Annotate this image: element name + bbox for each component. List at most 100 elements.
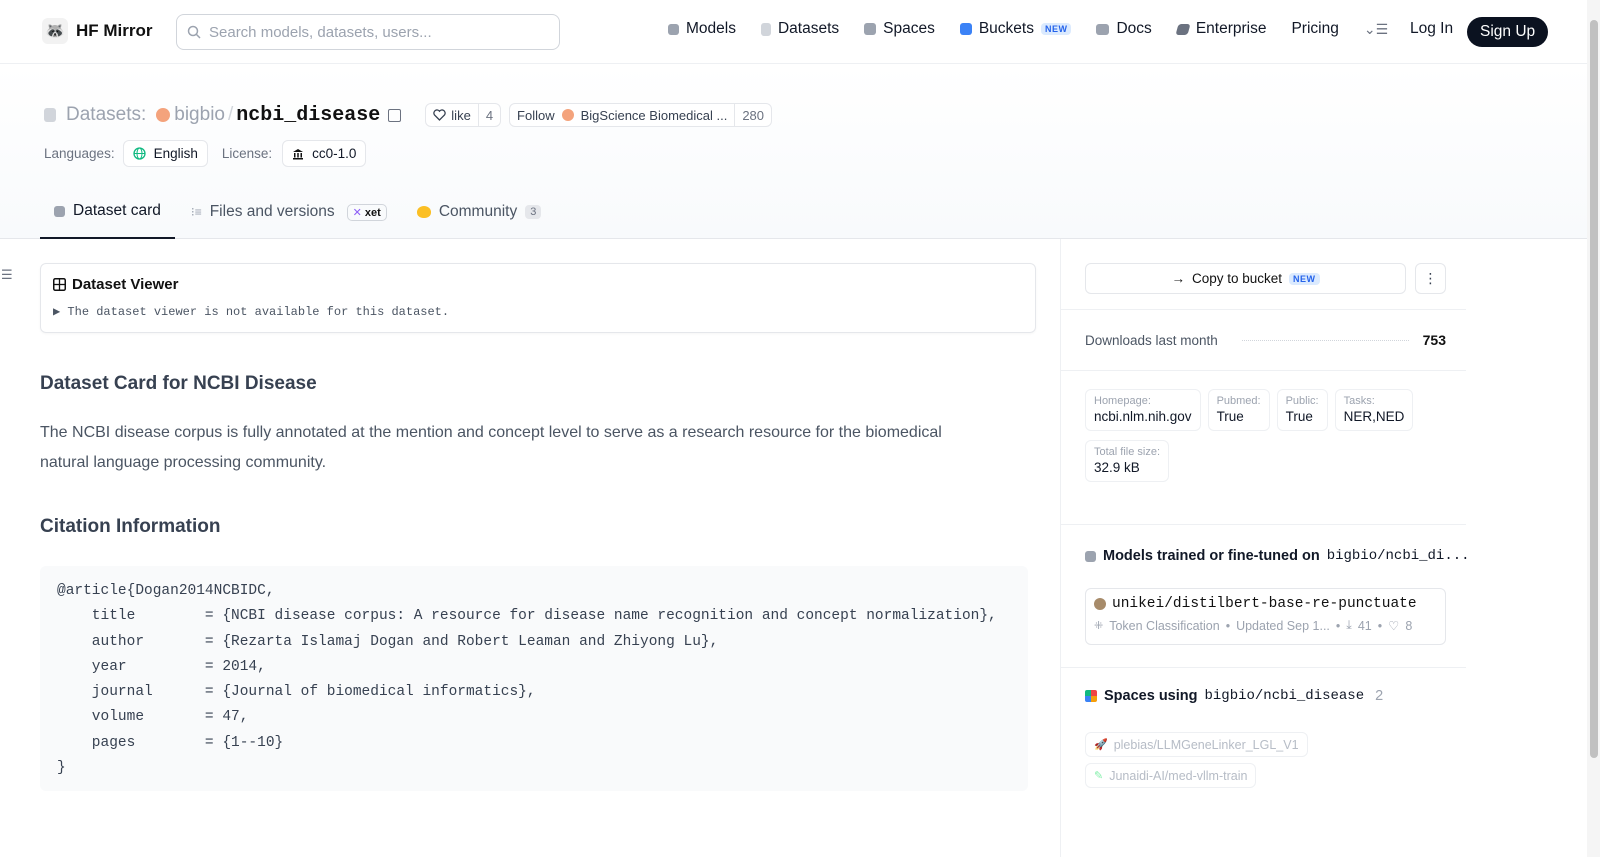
nav-buckets[interactable]: Buckets NEW [959, 20, 1072, 38]
model-meta-row: ⁜ Token Classification • Updated Sep 1..… [1094, 618, 1437, 633]
nav-pricing[interactable]: Pricing [1291, 20, 1338, 38]
login-button[interactable]: Log In [1410, 20, 1453, 38]
divider [1061, 524, 1466, 525]
citation-heading: Citation Information [40, 516, 221, 537]
scrollbar-thumb[interactable] [1590, 20, 1598, 758]
search-box[interactable] [176, 14, 560, 50]
info-key: Homepage: [1094, 395, 1151, 407]
kebab-icon: ⋮ [1423, 270, 1438, 286]
heart-icon [433, 109, 447, 121]
avatar [1094, 598, 1106, 610]
new-badge: NEW [1040, 23, 1072, 35]
grid-icon [864, 23, 877, 35]
token-classification-icon: ⁜ [1094, 620, 1104, 632]
follow-count: 280 [734, 104, 771, 126]
nav-datasets-label: Datasets [777, 20, 840, 37]
info-file-size: Total file size: 32.9 kB [1085, 440, 1170, 482]
dataset-viewer-panel: Dataset Viewer ▶ The dataset viewer is n… [40, 263, 1036, 333]
xet-badge: ✕ xet [346, 203, 387, 221]
globe-icon [132, 147, 146, 160]
downloads-value: 753 [1422, 332, 1446, 348]
tab-dataset-card[interactable]: Dataset card [40, 185, 175, 239]
language-tag[interactable]: English [122, 140, 208, 167]
table-icon [53, 278, 66, 291]
info-tasks: Tasks: NER,NED [1334, 389, 1414, 431]
tab-files[interactable]: ⁝≡ Files and versions ✕ xet [177, 185, 401, 239]
top-navbar: 🦝 HF Mirror Models Datasets Spaces Bucke… [0, 0, 1587, 64]
like-button[interactable]: like 4 [425, 103, 502, 127]
like-count: 4 [477, 104, 500, 126]
repo-name[interactable]: ncbi_disease [236, 104, 380, 127]
brand-logo-icon: 🦝 [42, 18, 68, 44]
nav-docs-label: Docs [1116, 20, 1152, 37]
space-item[interactable]: ✎ Junaidi-AI/med-vllm-train [1085, 763, 1257, 788]
bank-icon [293, 148, 304, 159]
model-likes: 8 [1405, 618, 1413, 633]
repo-meta-row: Languages: English License: cc0-1.0 [44, 140, 367, 167]
follow-label: Follow [517, 107, 555, 123]
repo-header: Datasets: bigbio / ncbi_disease like 4 F… [0, 65, 1587, 239]
database-icon [44, 108, 56, 122]
pencil-icon: ✎ [1094, 770, 1104, 782]
copy-icon[interactable] [388, 108, 402, 122]
space-item[interactable]: 🚀 plebias/LLMGeneLinker_LGL_V1 [1085, 732, 1308, 757]
repo-title-row: Datasets: bigbio / ncbi_disease like 4 F… [44, 103, 773, 127]
model-updated: Updated Sep 1... [1236, 618, 1330, 633]
tab-files-label: Files and versions [209, 203, 335, 220]
cube-icon [1085, 550, 1096, 562]
page-scrollbar[interactable] [1587, 0, 1600, 857]
toc-toggle-icon[interactable]: ☰ [1, 267, 13, 283]
spaces-section-title: Spaces using bigbio/ncbi_disease 2 [1085, 688, 1383, 704]
nav-enterprise[interactable]: Enterprise [1175, 20, 1266, 38]
license-tag[interactable]: cc0-1.0 [282, 140, 367, 167]
card-title: Dataset Card for NCBI Disease [40, 373, 317, 394]
info-key: Pubmed: [1216, 395, 1261, 407]
nav-docs[interactable]: Docs [1096, 20, 1152, 38]
new-badge: NEW [1289, 272, 1320, 285]
nav-datasets[interactable]: Datasets [760, 20, 840, 38]
model-name: unikei/distilbert-base-re-punctuate [1112, 596, 1417, 612]
model-card[interactable]: unikei/distilbert-base-re-punctuate ⁜ To… [1085, 588, 1446, 645]
right-sidebar: → Copy to bucket NEW ⋮ Downloads last mo… [1060, 239, 1587, 857]
divider [1061, 370, 1466, 371]
dataset-info-grid: Homepage: ncbi.nlm.nih.gov Pubmed: True … [1085, 389, 1446, 482]
more-menu-icon[interactable]: ⌄☰ [1364, 21, 1388, 38]
more-options-button[interactable]: ⋮ [1415, 263, 1446, 294]
tab-community[interactable]: Community 3 [403, 185, 556, 239]
section-link[interactable]: Datasets: [66, 104, 146, 126]
dot-separator: • [1335, 618, 1341, 633]
copy-to-bucket-label: Copy to bucket [1191, 271, 1283, 286]
nav-spaces[interactable]: Spaces [864, 20, 935, 38]
info-pubmed: Pubmed: True [1207, 389, 1270, 431]
heart-icon: ♡ [1388, 619, 1400, 633]
nav-models[interactable]: Models [668, 20, 736, 38]
org-link[interactable]: bigbio [174, 104, 225, 126]
book-icon [1096, 23, 1110, 35]
dot-separator: • [1377, 618, 1383, 633]
info-value: 32.9 kB [1094, 460, 1140, 475]
license-value: cc0-1.0 [312, 146, 357, 161]
dot-separator: • [1225, 618, 1231, 633]
downloads-sparkline [1241, 339, 1409, 341]
models-section-title: Models trained or fine-tuned on bigbio/n… [1085, 548, 1470, 564]
spaces-repo: bigbio/ncbi_disease [1204, 688, 1365, 704]
org-avatar [156, 108, 171, 122]
info-public: Public: True [1276, 389, 1328, 431]
community-icon [416, 206, 431, 218]
brand-name: HF Mirror [76, 21, 153, 40]
search-input[interactable] [209, 23, 529, 41]
downloads-label: Downloads last month [1085, 332, 1218, 348]
copy-to-bucket-button[interactable]: → Copy to bucket NEW [1085, 263, 1406, 294]
dataset-viewer-message[interactable]: ▶ The dataset viewer is not available fo… [53, 304, 1023, 319]
brand[interactable]: 🦝 HF Mirror [42, 18, 153, 44]
bucket-icon [959, 23, 972, 35]
path-separator: / [227, 104, 234, 125]
nav-pricing-label: Pricing [1291, 20, 1339, 37]
signup-button[interactable]: Sign Up [1467, 17, 1549, 47]
dataset-viewer-header: Dataset Viewer [53, 276, 1023, 293]
info-homepage[interactable]: Homepage: ncbi.nlm.nih.gov [1085, 389, 1201, 431]
space-name: Junaidi-AI/med-vllm-train [1109, 768, 1248, 783]
follow-button[interactable]: Follow BigScience Biomedical ... 280 [509, 103, 773, 127]
info-value: True [1216, 409, 1244, 424]
follow-org: BigScience Biomedical ... [580, 107, 728, 123]
